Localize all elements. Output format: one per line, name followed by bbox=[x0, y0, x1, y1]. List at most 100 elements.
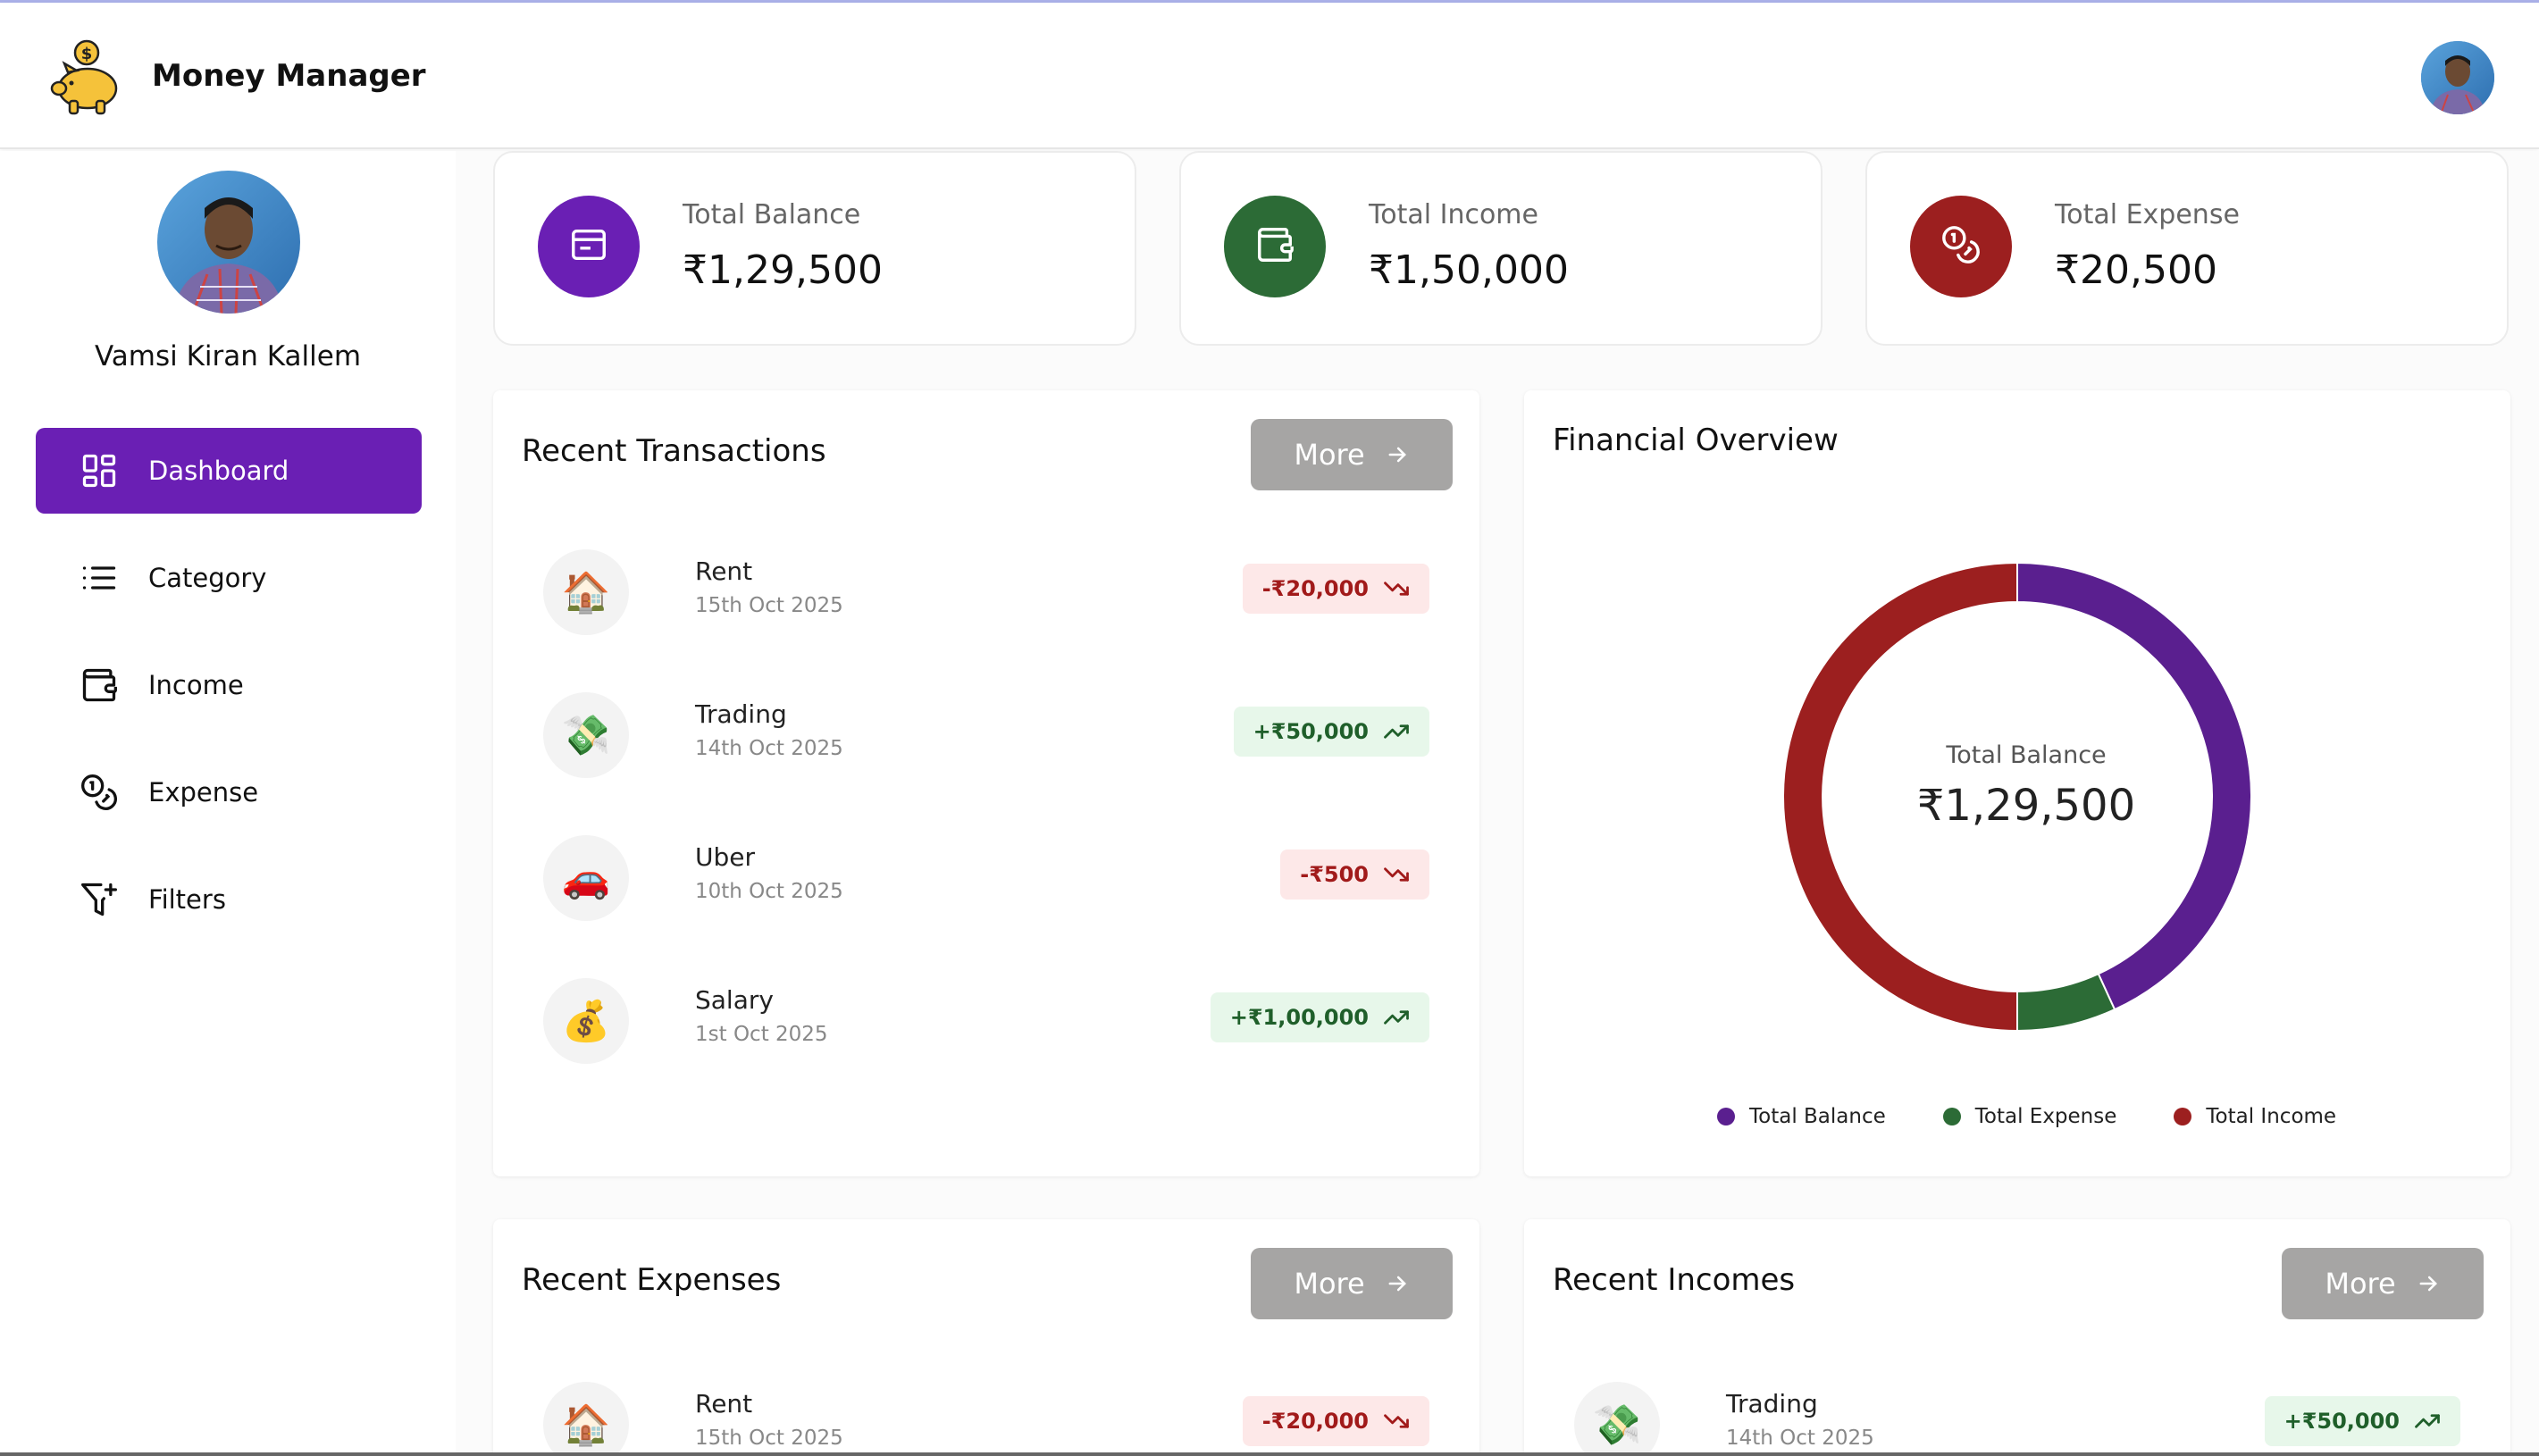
stat-value: ₹1,29,500 bbox=[683, 247, 883, 293]
panel-title: Recent Incomes bbox=[1553, 1262, 1796, 1298]
legend-label: Total Expense bbox=[1974, 1105, 2117, 1128]
sidebar-item-filters[interactable]: Filters bbox=[36, 857, 422, 942]
donut-center-value: ₹1,29,500 bbox=[1916, 781, 2136, 831]
app-header: $ Money Manager bbox=[0, 3, 2539, 149]
piggy-bank-logo-icon: $ bbox=[46, 37, 127, 117]
more-button-label: More bbox=[2325, 1267, 2396, 1301]
transaction-name: Rent bbox=[695, 556, 753, 586]
transaction-date: 15th Oct 2025 bbox=[695, 594, 843, 617]
legend-dot bbox=[1717, 1108, 1735, 1125]
financial-overview-panel: Financial Overview Total Balance ₹1,29,5… bbox=[1524, 390, 2510, 1176]
amount-badge: -₹500 bbox=[1280, 849, 1429, 900]
total-income-card: Total Income ₹1,50,000 bbox=[1179, 151, 1823, 346]
money-bag-icon: 💰 bbox=[543, 978, 629, 1064]
trending-up-icon bbox=[1383, 1004, 1410, 1031]
stat-value: ₹20,500 bbox=[2055, 247, 2217, 293]
more-button[interactable]: More bbox=[1251, 419, 1453, 490]
coins-icon bbox=[1940, 224, 1982, 269]
transaction-date: 1st Oct 2025 bbox=[695, 1023, 828, 1046]
amount-value: -₹20,000 bbox=[1261, 576, 1369, 601]
car-icon: 🚗 bbox=[543, 835, 629, 921]
arrow-right-icon bbox=[1385, 1271, 1410, 1296]
app-title: Money Manager bbox=[152, 58, 426, 94]
header-user-avatar[interactable] bbox=[2421, 41, 2494, 114]
coins-icon bbox=[79, 772, 120, 813]
transaction-row[interactable]: 💸 Trading 14th Oct 2025 +₹50,000 bbox=[493, 687, 1479, 785]
legend-item-total-balance[interactable]: Total Balance bbox=[1717, 1105, 1886, 1128]
trending-down-icon bbox=[1383, 575, 1410, 602]
card-icon-circle bbox=[1910, 196, 2012, 297]
sidebar-item-label: Dashboard bbox=[148, 456, 289, 486]
profile-avatar[interactable] bbox=[157, 171, 300, 314]
sidebar-item-label: Category bbox=[148, 563, 267, 593]
card-icon-circle bbox=[1224, 196, 1326, 297]
wallet-icon bbox=[79, 665, 120, 706]
filter-plus-icon bbox=[79, 879, 120, 920]
transaction-name: Uber bbox=[695, 842, 756, 872]
window-bottom-edge bbox=[0, 1452, 2539, 1456]
more-button[interactable]: More bbox=[2282, 1248, 2484, 1319]
sidebar-item-label: Expense bbox=[148, 777, 259, 807]
card-icon-circle bbox=[538, 196, 640, 297]
amount-value: -₹500 bbox=[1300, 862, 1369, 887]
recent-incomes-panel: Recent Incomes More 💸 Trading 14th Oct 2… bbox=[1524, 1219, 2510, 1456]
sidebar-item-label: Income bbox=[148, 670, 244, 700]
trending-up-icon bbox=[2414, 1408, 2441, 1435]
donut-slice-total-expense[interactable] bbox=[2016, 972, 2116, 1033]
trending-up-icon bbox=[1383, 718, 1410, 745]
more-button-label: More bbox=[1294, 1267, 1365, 1301]
arrow-right-icon bbox=[1385, 442, 1410, 467]
total-expense-card: Total Expense ₹20,500 bbox=[1865, 151, 2509, 346]
legend-label: Total Income bbox=[2206, 1105, 2337, 1128]
transaction-date: 10th Oct 2025 bbox=[695, 880, 843, 903]
panel-title: Recent Expenses bbox=[522, 1262, 782, 1298]
amount-badge: +₹1,00,000 bbox=[1210, 992, 1429, 1042]
transaction-name: Trading bbox=[1726, 1389, 1818, 1418]
legend-label: Total Balance bbox=[1749, 1105, 1886, 1128]
legend-item-total-income[interactable]: Total Income bbox=[2174, 1105, 2336, 1128]
transaction-row[interactable]: 🏠 Rent 15th Oct 2025 -₹20,000 bbox=[493, 544, 1479, 642]
more-button-label: More bbox=[1294, 438, 1365, 472]
transaction-row[interactable]: 💸 Trading 14th Oct 2025 +₹50,000 bbox=[1524, 1377, 2510, 1456]
money-wings-icon: 💸 bbox=[1574, 1382, 1660, 1456]
chart-legend: Total Balance Total Expense Total Income bbox=[1717, 1105, 2393, 1128]
trending-down-icon bbox=[1383, 1408, 1410, 1435]
stat-value: ₹1,50,000 bbox=[1369, 247, 1569, 293]
transaction-row[interactable]: 🏠 Rent 15th Oct 2025 -₹20,000 bbox=[493, 1377, 1479, 1456]
transaction-name: Trading bbox=[695, 699, 787, 729]
recent-transactions-panel: Recent Transactions More 🏠 Rent 15th Oct… bbox=[493, 390, 1479, 1176]
sidebar-item-dashboard[interactable]: Dashboard bbox=[36, 428, 422, 514]
sidebar: Vamsi Kiran Kallem Dashboard Category In… bbox=[0, 151, 456, 1456]
amount-value: -₹20,000 bbox=[1261, 1409, 1369, 1434]
money-wings-icon: 💸 bbox=[543, 692, 629, 778]
transaction-row[interactable]: 💰 Salary 1st Oct 2025 +₹1,00,000 bbox=[493, 973, 1479, 1071]
house-icon: 🏠 bbox=[543, 1382, 629, 1456]
trending-down-icon bbox=[1383, 861, 1410, 888]
transaction-name: Rent bbox=[695, 1389, 753, 1418]
credit-card-icon bbox=[568, 224, 609, 269]
total-balance-card: Total Balance ₹1,29,500 bbox=[493, 151, 1136, 346]
amount-value: +₹1,00,000 bbox=[1229, 1005, 1369, 1030]
legend-dot bbox=[2174, 1108, 2192, 1125]
sidebar-nav: Dashboard Category Income Expense Filter… bbox=[36, 428, 422, 964]
sidebar-item-expense[interactable]: Expense bbox=[36, 749, 422, 835]
main-content: Total Balance ₹1,29,500 Total Income ₹1,… bbox=[456, 151, 2539, 1456]
transaction-date: 15th Oct 2025 bbox=[695, 1427, 843, 1450]
transaction-date: 14th Oct 2025 bbox=[1726, 1427, 1874, 1450]
legend-item-total-expense[interactable]: Total Expense bbox=[1942, 1105, 2117, 1128]
stat-label: Total Income bbox=[1369, 199, 1538, 230]
panel-title: Recent Transactions bbox=[522, 433, 826, 469]
transaction-row[interactable]: 🚗 Uber 10th Oct 2025 -₹500 bbox=[493, 830, 1479, 928]
amount-badge: +₹50,000 bbox=[2264, 1396, 2460, 1446]
more-button[interactable]: More bbox=[1251, 1248, 1453, 1319]
sidebar-item-income[interactable]: Income bbox=[36, 642, 422, 728]
amount-badge: +₹50,000 bbox=[1233, 707, 1429, 757]
transaction-date: 14th Oct 2025 bbox=[695, 737, 843, 760]
amount-value: +₹50,000 bbox=[2283, 1409, 2400, 1434]
list-icon bbox=[79, 557, 120, 598]
amount-value: +₹50,000 bbox=[1253, 719, 1369, 744]
legend-dot bbox=[1942, 1108, 1961, 1125]
arrow-right-icon bbox=[2416, 1271, 2441, 1296]
sidebar-item-category[interactable]: Category bbox=[36, 535, 422, 621]
donut-center-label: Total Balance bbox=[1946, 741, 2107, 769]
